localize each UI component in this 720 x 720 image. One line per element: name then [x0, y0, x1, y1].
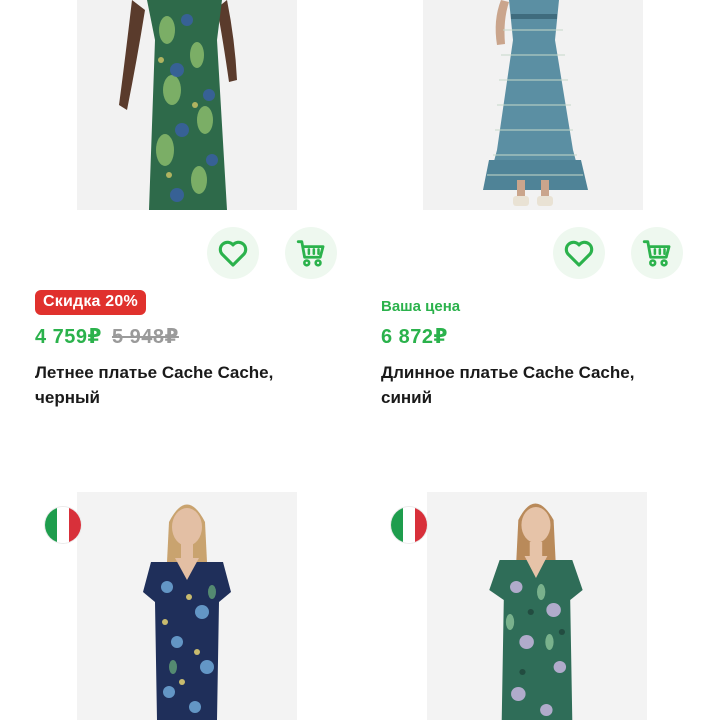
cart-icon [642, 240, 671, 267]
cart-icon [296, 240, 325, 267]
current-price: 4 759₽ [35, 326, 102, 348]
your-price-label: Ваша цена [381, 298, 461, 315]
product-photo[interactable] [423, 0, 643, 210]
heart-icon [564, 240, 594, 267]
current-price: 6 872₽ [381, 326, 448, 348]
product-photo[interactable] [427, 492, 647, 720]
add-to-cart-button[interactable] [631, 227, 683, 279]
discount-badge: Скидка 20% [35, 290, 146, 315]
product-title[interactable]: Летнее платье Cache Cache, черный [35, 360, 325, 410]
heart-icon [218, 240, 248, 267]
price-row: 6 872₽ [381, 324, 448, 349]
price-row: 4 759₽ 5 948₽ [35, 324, 179, 349]
old-price: 5 948₽ [111, 326, 179, 348]
dress-photo-image [427, 492, 647, 720]
add-to-cart-button[interactable] [285, 227, 337, 279]
product-photo[interactable] [77, 0, 297, 210]
dress-photo-image [77, 492, 297, 720]
product-photo[interactable] [77, 492, 297, 720]
italy-flag-icon [45, 507, 81, 543]
favorite-button[interactable] [207, 227, 259, 279]
dress-photo-image [423, 0, 643, 210]
favorite-button[interactable] [553, 227, 605, 279]
product-title[interactable]: Длинное платье Cache Cache, синий [381, 360, 671, 410]
italy-flag-icon [391, 507, 427, 543]
dress-photo-image [77, 0, 297, 210]
